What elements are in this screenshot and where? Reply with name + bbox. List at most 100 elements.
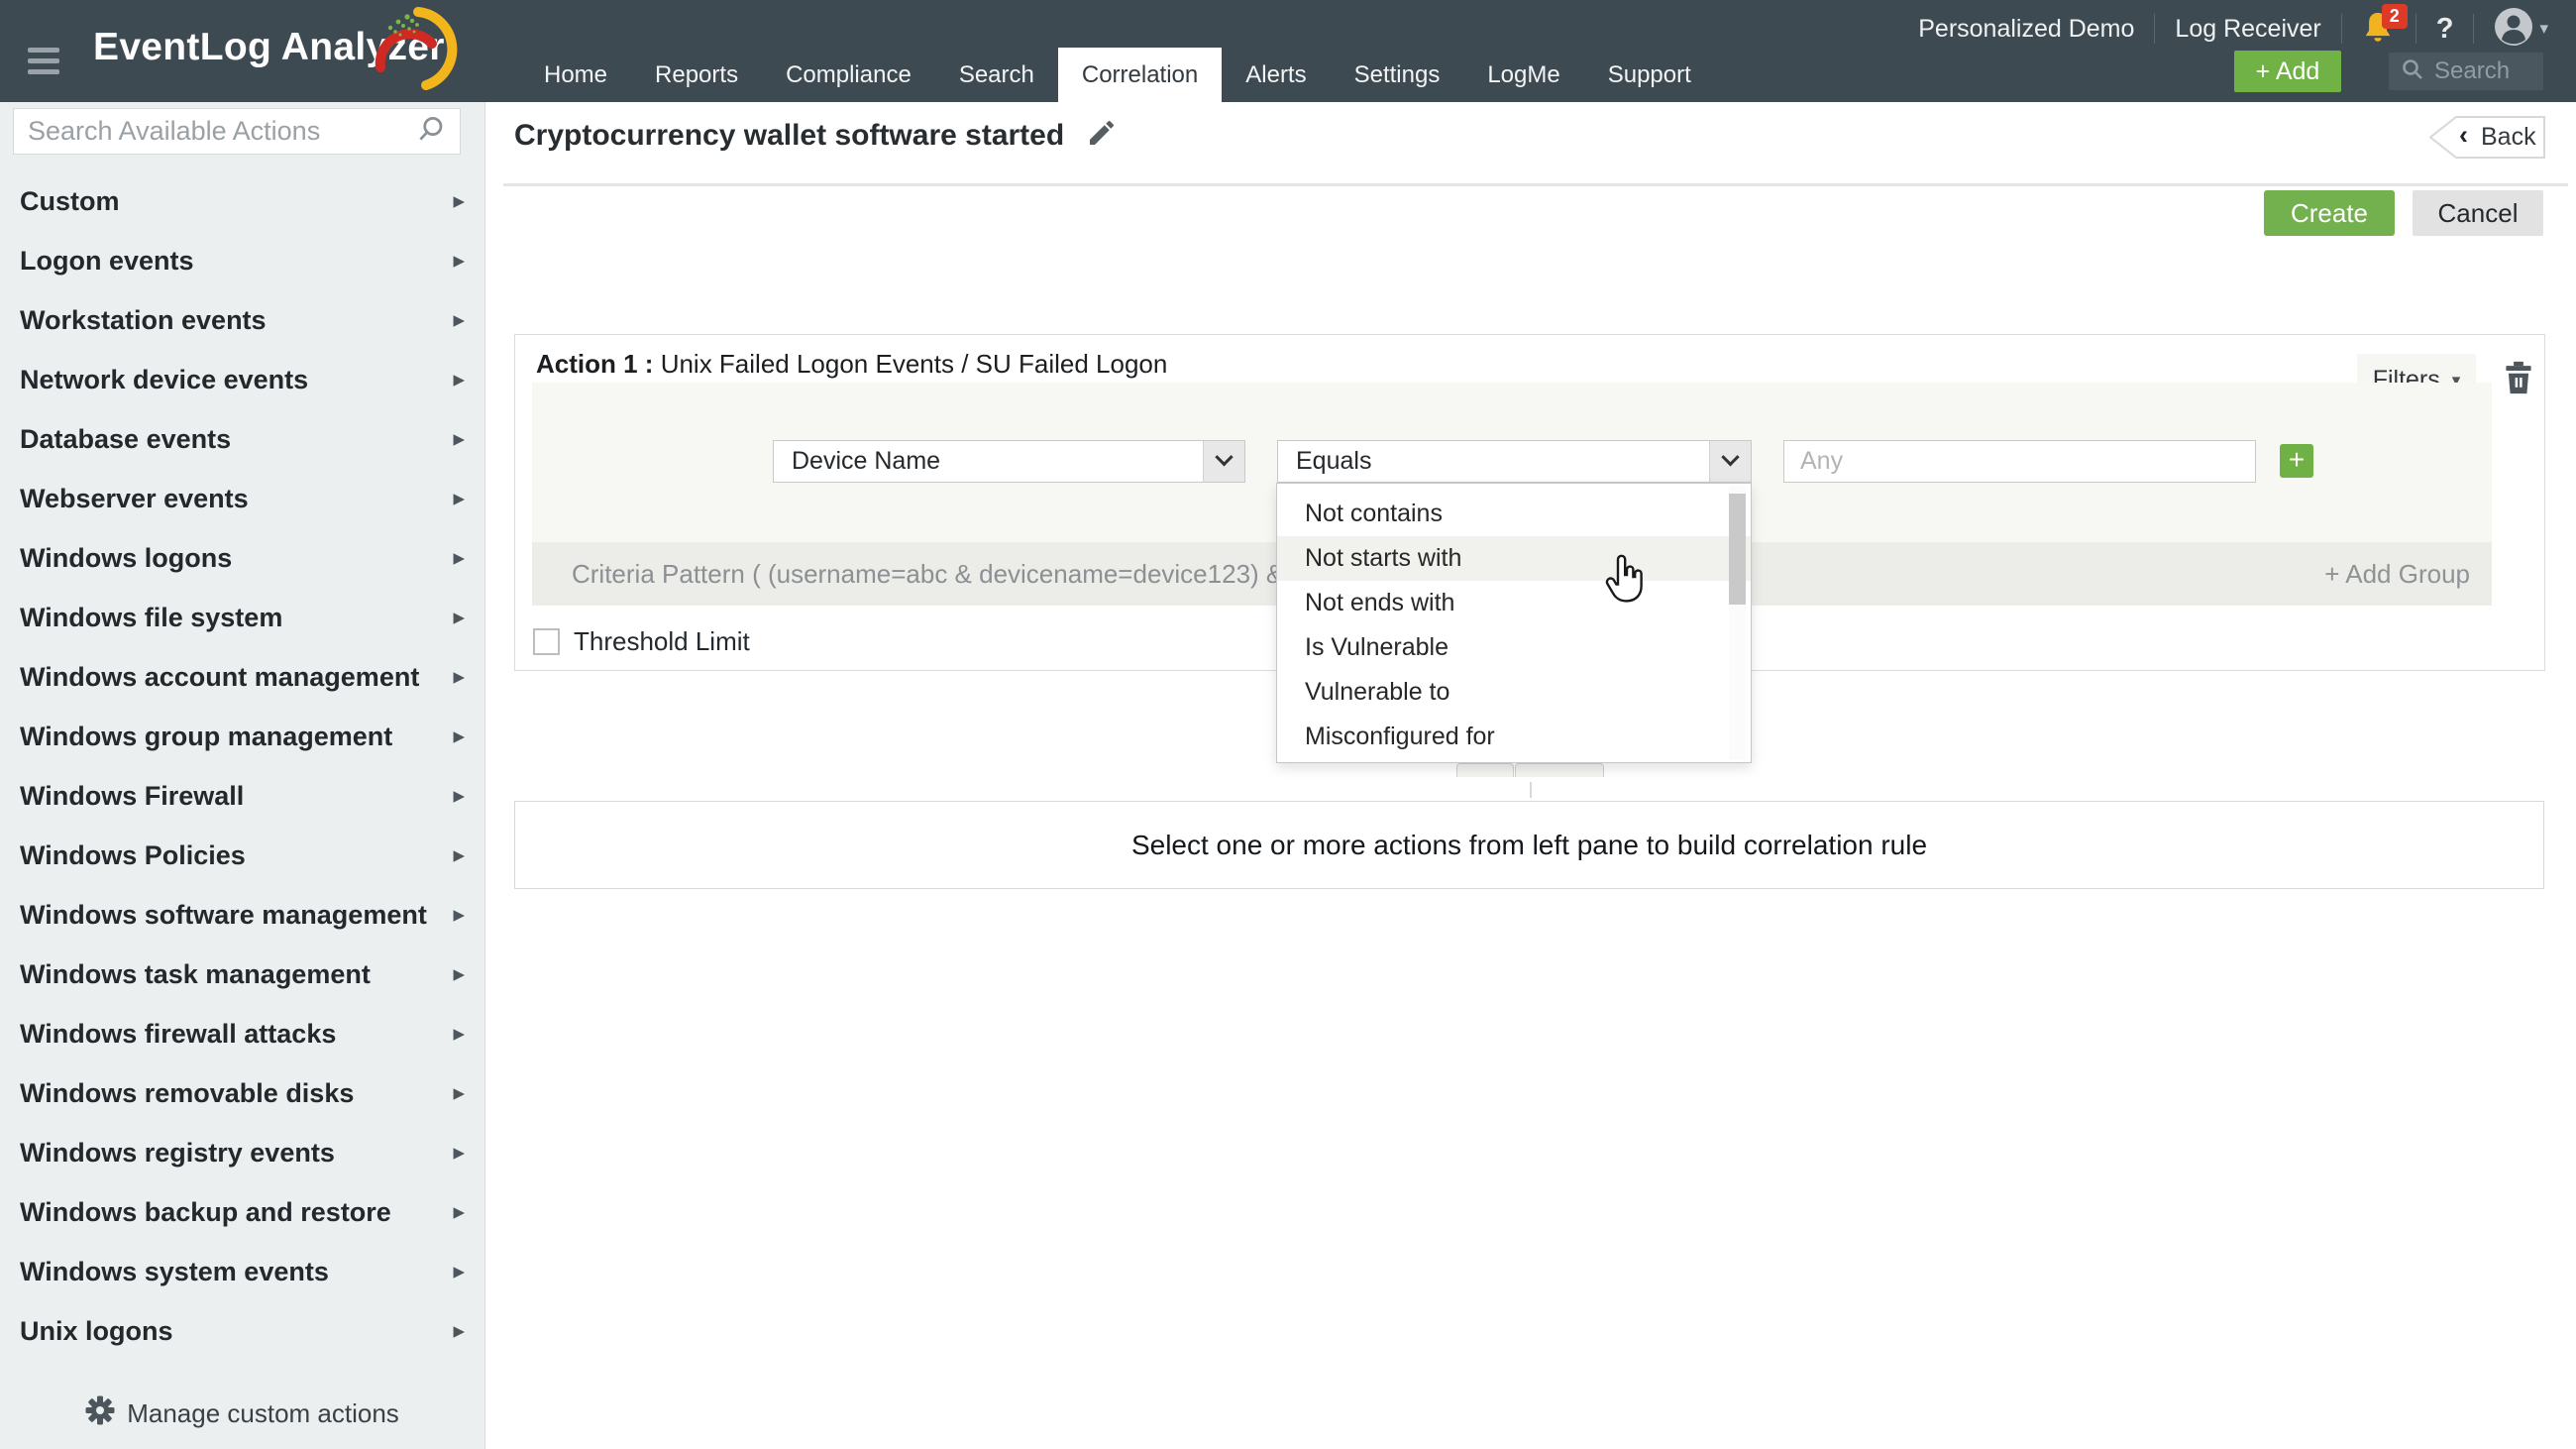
- nav-tab-alerts[interactable]: Alerts: [1222, 48, 1330, 102]
- sidebar-item-windows-group-management[interactable]: Windows group management▸: [0, 707, 484, 766]
- edit-pencil-icon[interactable]: [1086, 117, 1118, 154]
- dropdown-option-misconfigured-for[interactable]: Misconfigured for: [1277, 715, 1751, 759]
- chevron-right-icon: ▸: [453, 902, 465, 928]
- divider: [2415, 14, 2416, 44]
- sidebar-item-label: Windows removable disks: [20, 1078, 354, 1109]
- sidebar-item-workstation-events[interactable]: Workstation events ▸: [0, 290, 484, 350]
- chevron-right-icon: ▸: [453, 664, 465, 690]
- chevron-right-icon: ▸: [453, 1318, 465, 1344]
- title-divider: [503, 183, 2568, 186]
- add-criteria-button[interactable]: +: [2280, 444, 2313, 478]
- sidebar-item-windows-system-events[interactable]: Windows system events▸: [0, 1242, 484, 1301]
- sidebar-item-custom[interactable]: Custom▸: [0, 171, 484, 231]
- sidebar-item-unix-logons[interactable]: Unix logons▸: [0, 1301, 484, 1361]
- sidebar-search[interactable]: [13, 108, 461, 155]
- field-select[interactable]: Device Name: [773, 440, 1245, 483]
- sidebar-item-label: Windows file system: [20, 603, 282, 633]
- cancel-button[interactable]: Cancel: [2413, 190, 2543, 236]
- divider: [2341, 14, 2342, 44]
- sidebar-item-windows-registry-events[interactable]: Windows registry events▸: [0, 1123, 484, 1182]
- nav-tab-settings[interactable]: Settings: [1331, 48, 1464, 102]
- sidebar-item-windows-firewall-attacks[interactable]: Windows firewall attacks▸: [0, 1004, 484, 1063]
- operator-select[interactable]: Equals: [1277, 440, 1752, 483]
- page-title: Cryptocurrency wallet software started: [514, 119, 1064, 153]
- nav-tab-logme[interactable]: LogMe: [1463, 48, 1583, 102]
- logo-swoosh-icon: [363, 2, 462, 102]
- nav-tab-support[interactable]: Support: [1584, 48, 1715, 102]
- chevron-right-icon: ▸: [453, 426, 465, 452]
- dropdown-option-vulnerable-to[interactable]: Vulnerable to: [1277, 670, 1751, 715]
- nav-tab-reports[interactable]: Reports: [631, 48, 762, 102]
- sidebar-item-windows-task-management[interactable]: Windows task management▸: [0, 945, 484, 1004]
- nav-tab-correlation[interactable]: Correlation: [1058, 48, 1222, 102]
- back-button[interactable]: ‹ Back: [2429, 116, 2546, 159]
- notifications-bell-icon[interactable]: 2: [2362, 10, 2396, 48]
- header-search-input[interactable]: [2434, 57, 2531, 85]
- obscured-button: [1456, 763, 1514, 777]
- add-button[interactable]: + Add: [2234, 51, 2341, 92]
- chevron-right-icon: ▸: [453, 545, 465, 571]
- threshold-limit-checkbox[interactable]: [533, 628, 560, 655]
- chevron-right-icon: ▸: [453, 724, 465, 749]
- chevron-down-icon: [1203, 441, 1244, 482]
- main-nav: HomeReportsComplianceSearchCorrelationAl…: [520, 48, 1715, 102]
- nav-tab-home[interactable]: Home: [520, 48, 631, 102]
- sidebar-item-label: Windows registry events: [20, 1138, 335, 1169]
- header-user-area: Personalized Demo Log Receiver 2 ?: [1918, 8, 2548, 50]
- dropdown-scrollbar-thumb[interactable]: [1729, 494, 1746, 605]
- sidebar-item-label: Windows backup and restore: [20, 1197, 391, 1228]
- hamburger-menu-icon[interactable]: [28, 48, 59, 80]
- nav-tab-compliance[interactable]: Compliance: [762, 48, 935, 102]
- chevron-right-icon: ▸: [453, 842, 465, 868]
- eventlog-analyzer-app: EventLog Analyzer HomeReportsComplianceS…: [0, 0, 2576, 1449]
- chevron-right-icon: ▸: [453, 1080, 465, 1106]
- chevron-right-icon: ▸: [453, 188, 465, 214]
- operator-dropdown: Not containsNot starts withNot ends with…: [1276, 483, 1752, 763]
- header-search[interactable]: [2389, 53, 2543, 90]
- sidebar-item-label: Workstation events: [20, 305, 267, 336]
- nav-tab-search[interactable]: Search: [935, 48, 1058, 102]
- sidebar-item-webserver-events[interactable]: Webserver events▸: [0, 469, 484, 528]
- sidebar-item-logon-events[interactable]: Logon events▸: [0, 231, 484, 290]
- help-icon[interactable]: ?: [2436, 13, 2454, 46]
- empty-actions-panel: Select one or more actions from left pan…: [514, 801, 2544, 889]
- create-button[interactable]: Create: [2264, 190, 2395, 236]
- user-menu[interactable]: ▾: [2494, 7, 2548, 52]
- value-input[interactable]: [1783, 440, 2256, 483]
- operator-dropdown-list: Not containsNot starts withNot ends with…: [1277, 492, 1751, 759]
- add-group-button[interactable]: + Add Group: [2324, 542, 2470, 606]
- chevron-down-icon: ▾: [2539, 19, 2548, 39]
- search-icon: [2401, 57, 2424, 86]
- dropdown-option-not-contains[interactable]: Not contains: [1277, 492, 1751, 536]
- dropdown-option-not-ends-with[interactable]: Not ends with: [1277, 581, 1751, 625]
- manage-custom-actions-label: Manage custom actions: [127, 1398, 399, 1429]
- sidebar-action-list: Custom▸Logon events▸Workstation events▸N…: [0, 171, 484, 1361]
- sidebar-item-windows-backup-and-restore[interactable]: Windows backup and restore▸: [0, 1182, 484, 1242]
- sidebar-item-network-device-events[interactable]: Network device events▸: [0, 350, 484, 409]
- sidebar-item-windows-account-management[interactable]: Windows account management▸: [0, 647, 484, 707]
- manage-custom-actions-link[interactable]: Manage custom actions: [0, 1395, 484, 1432]
- sidebar-item-label: Windows system events: [20, 1257, 329, 1287]
- back-chevron-icon: ‹: [2459, 120, 2468, 151]
- chevron-right-icon: ▸: [453, 961, 465, 987]
- sidebar-item-windows-software-management[interactable]: Windows software management▸: [0, 885, 484, 945]
- sidebar-item-windows-removable-disks[interactable]: Windows removable disks ▸: [0, 1063, 484, 1123]
- notification-count-badge: 2: [2382, 4, 2408, 29]
- sidebar-item-windows-firewall[interactable]: Windows Firewall▸: [0, 766, 484, 826]
- dropdown-option-is-vulnerable[interactable]: Is Vulnerable: [1277, 625, 1751, 670]
- empty-actions-message: Select one or more actions from left pan…: [1131, 830, 1927, 861]
- sidebar-item-windows-policies[interactable]: Windows Policies▸: [0, 826, 484, 885]
- chevron-right-icon: ▸: [453, 307, 465, 333]
- sidebar-item-database-events[interactable]: Database events▸: [0, 409, 484, 469]
- dropdown-scrollbar[interactable]: [1729, 486, 1746, 760]
- divider: [2154, 14, 2155, 44]
- sidebar-item-windows-file-system[interactable]: Windows file system▸: [0, 588, 484, 647]
- sidebar-search-input[interactable]: [28, 116, 416, 147]
- sidebar-item-label: Logon events: [20, 246, 194, 277]
- sidebar-item-label: Windows firewall attacks: [20, 1019, 336, 1050]
- dropdown-option-not-starts-with[interactable]: Not starts with: [1277, 536, 1751, 581]
- delete-action-icon[interactable]: [2505, 361, 2532, 394]
- log-receiver-link[interactable]: Log Receiver: [2175, 15, 2320, 44]
- chevron-down-icon: [1709, 441, 1751, 482]
- sidebar-item-windows-logons[interactable]: Windows logons▸: [0, 528, 484, 588]
